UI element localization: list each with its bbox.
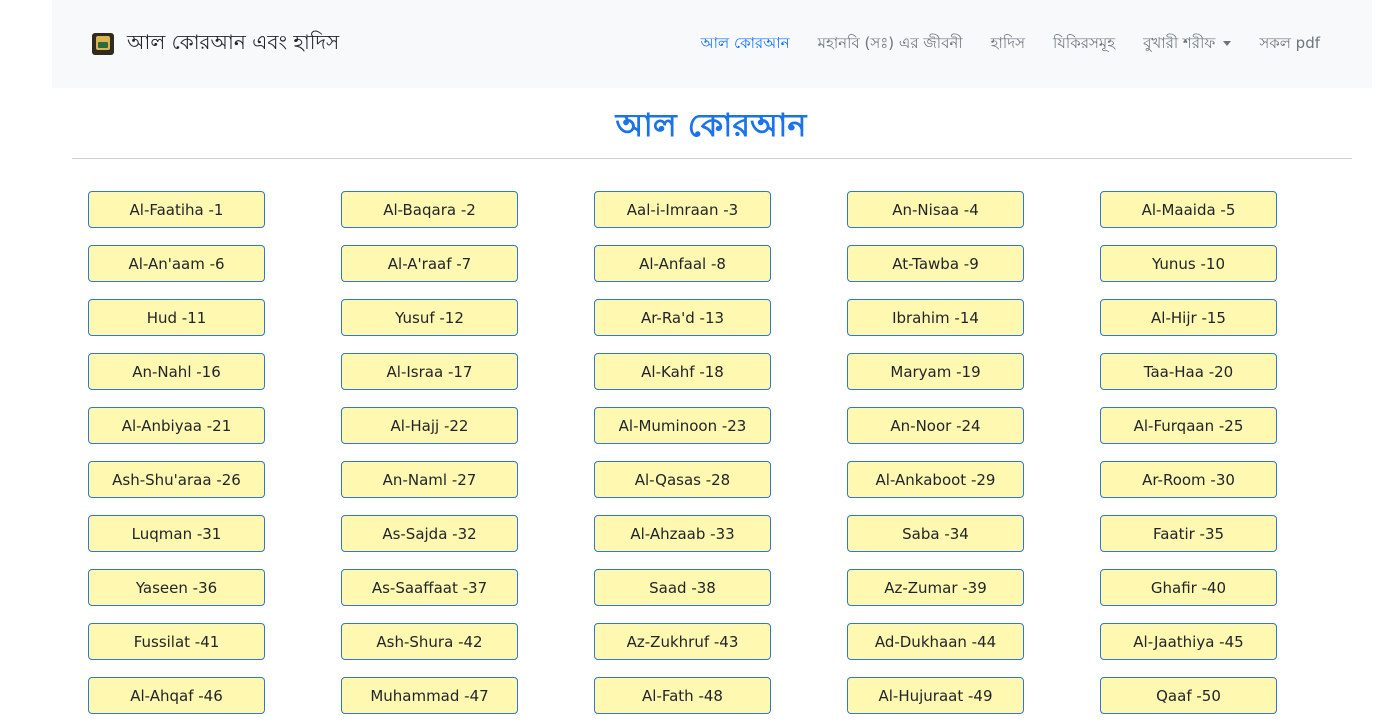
surah-button[interactable]: Al-Maaida -5 xyxy=(1100,191,1277,228)
surah-button[interactable]: Al-Faatiha -1 xyxy=(88,191,265,228)
surah-button[interactable]: Al-Qasas -28 xyxy=(594,461,771,498)
surah-button[interactable]: Yunus -10 xyxy=(1100,245,1277,282)
surah-button[interactable]: Al-A'raaf -7 xyxy=(341,245,518,282)
brand-title: আল কোরআন এবং হাদিস xyxy=(127,29,340,54)
surah-button[interactable]: Ar-Ra'd -13 xyxy=(594,299,771,336)
surah-button[interactable]: Maryam -19 xyxy=(847,353,1024,390)
surah-button[interactable]: Al-Anbiyaa -21 xyxy=(88,407,265,444)
surah-button[interactable]: Ibrahim -14 xyxy=(847,299,1024,336)
surah-button[interactable]: Al-Hujuraat -49 xyxy=(847,677,1024,714)
nav-link-zikr[interactable]: যিকিরসমূহ xyxy=(1053,32,1115,57)
navbar: আল কোরআন এবং হাদিস আল কোরআন মহানবি (সঃ) … xyxy=(52,0,1372,88)
surah-button[interactable]: Al-An'aam -6 xyxy=(88,245,265,282)
surah-button[interactable]: Al-Furqaan -25 xyxy=(1100,407,1277,444)
surah-button[interactable]: Al-Fath -48 xyxy=(594,677,771,714)
caret-down-icon xyxy=(1223,40,1232,46)
surah-button[interactable]: Al-Ahqaf -46 xyxy=(88,677,265,714)
surah-button[interactable]: Az-Zukhruf -43 xyxy=(594,623,771,660)
surah-button[interactable]: Al-Ahzaab -33 xyxy=(594,515,771,552)
surah-button[interactable]: Faatir -35 xyxy=(1100,515,1277,552)
surah-button[interactable]: An-Nahl -16 xyxy=(88,353,265,390)
nav-dropdown-bukhari[interactable]: বুখারী শরীফ xyxy=(1143,32,1232,57)
surah-button[interactable]: Muhammad -47 xyxy=(341,677,518,714)
surah-button[interactable]: An-Nisaa -4 xyxy=(847,191,1024,228)
page-title: আল কোরআন xyxy=(615,106,807,144)
surah-button[interactable]: Az-Zumar -39 xyxy=(847,569,1024,606)
surah-button[interactable]: An-Naml -27 xyxy=(341,461,518,498)
surah-button[interactable]: Al-Kahf -18 xyxy=(594,353,771,390)
surah-button[interactable]: Ash-Shura -42 xyxy=(341,623,518,660)
surah-button[interactable]: Al-Hajj -22 xyxy=(341,407,518,444)
surah-button[interactable]: Fussilat -41 xyxy=(88,623,265,660)
surah-button[interactable]: Saba -34 xyxy=(847,515,1024,552)
nav-link-quran[interactable]: আল কোরআন xyxy=(701,32,790,57)
surah-button[interactable]: Al-Baqara -2 xyxy=(341,191,518,228)
surah-button[interactable]: Luqman -31 xyxy=(88,515,265,552)
surah-button[interactable]: Ad-Dukhaan -44 xyxy=(847,623,1024,660)
surah-button[interactable]: Ghafir -40 xyxy=(1100,569,1277,606)
surah-button[interactable]: Saad -38 xyxy=(594,569,771,606)
surah-button[interactable]: Yusuf -12 xyxy=(341,299,518,336)
surah-button[interactable]: As-Sajda -32 xyxy=(341,515,518,552)
surah-button[interactable]: At-Tawba -9 xyxy=(847,245,1024,282)
surah-button[interactable]: Taa-Haa -20 xyxy=(1100,353,1277,390)
surah-button[interactable]: Al-Hijr -15 xyxy=(1100,299,1277,336)
surah-button[interactable]: Al-Ankaboot -29 xyxy=(847,461,1024,498)
nav-link-prophet-biography[interactable]: মহানবি (সঃ) এর জীবনী xyxy=(818,32,963,57)
brand[interactable]: আল কোরআন এবং হাদিস xyxy=(92,30,339,58)
surah-button[interactable]: Al-Israa -17 xyxy=(341,353,518,390)
surah-button[interactable]: Al-Muminoon -23 xyxy=(594,407,771,444)
surah-button[interactable]: Al-Anfaal -8 xyxy=(594,245,771,282)
nav-link-all-pdf[interactable]: সকল pdf xyxy=(1259,32,1320,57)
surah-button[interactable]: An-Noor -24 xyxy=(847,407,1024,444)
surah-button[interactable]: Ash-Shu'araa -26 xyxy=(88,461,265,498)
surah-button[interactable]: Al-Jaathiya -45 xyxy=(1100,623,1277,660)
nav-menu: আল কোরআন মহানবি (সঃ) এর জীবনী হাদিস যিকি… xyxy=(673,30,1320,58)
nav-link-hadith[interactable]: হাদিস xyxy=(991,32,1025,57)
surah-button[interactable]: Ar-Room -30 xyxy=(1100,461,1277,498)
divider xyxy=(72,158,1352,159)
surah-button[interactable]: As-Saaffaat -37 xyxy=(341,569,518,606)
surah-button[interactable]: Yaseen -36 xyxy=(88,569,265,606)
surah-grid: Al-Faatiha -1 Al-Baqara -2 Aal-i-Imraan -3… xyxy=(88,191,1277,714)
nav-dropdown-bukhari-label: বুখারী শরীফ xyxy=(1143,33,1216,52)
surah-button[interactable]: Aal-i-Imraan -3 xyxy=(594,191,771,228)
quran-logo-icon xyxy=(92,33,114,55)
surah-button[interactable]: Qaaf -50 xyxy=(1100,677,1277,714)
surah-button[interactable]: Hud -11 xyxy=(88,299,265,336)
